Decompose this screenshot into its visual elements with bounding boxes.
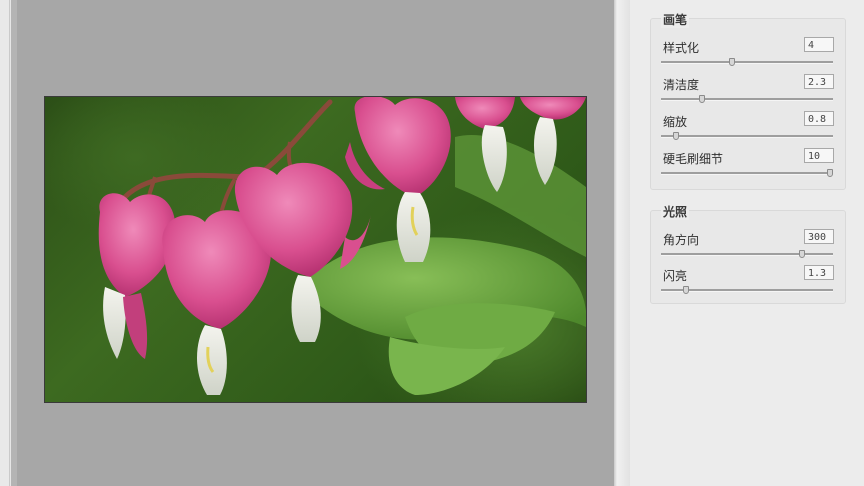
lighting-row-shine: 闪亮 1.3 <box>661 265 836 304</box>
brush-row-stylization: 样式化 4 <box>661 37 836 76</box>
shine-input[interactable]: 1.3 <box>804 265 834 280</box>
scale-label: 缩放 <box>663 115 688 129</box>
stylization-label: 样式化 <box>663 41 700 55</box>
stylization-input[interactable]: 4 <box>804 37 834 52</box>
scale-slider-track[interactable] <box>661 135 833 138</box>
lighting-group-title: 光照 <box>661 203 690 220</box>
left-scrollbar[interactable] <box>0 0 17 486</box>
lighting-group: 光照 角方向 300 闪亮 1.3 <box>650 203 846 304</box>
panel-divider[interactable] <box>614 0 630 486</box>
shine-slider-thumb[interactable] <box>682 286 689 294</box>
angle-slider-track[interactable] <box>661 253 833 256</box>
brush-row-cleanliness: 清洁度 2.3 <box>661 74 836 113</box>
bristle-detail-slider-thumb[interactable] <box>827 169 833 177</box>
cleanliness-input[interactable]: 2.3 <box>804 74 834 89</box>
bristle-detail-slider-track[interactable] <box>661 172 833 175</box>
bristle-detail-label: 硬毛刷细节 <box>663 152 724 166</box>
oil-paint-preview-image <box>44 96 587 403</box>
brush-row-bristle-detail: 硬毛刷细节 10 <box>661 148 836 187</box>
brush-row-scale: 缩放 0.8 <box>661 111 836 150</box>
bristle-detail-input[interactable]: 10 <box>804 148 834 163</box>
cleanliness-slider-track[interactable] <box>661 98 833 101</box>
scale-input[interactable]: 0.8 <box>804 111 834 126</box>
lighting-row-angle: 角方向 300 <box>661 229 836 268</box>
angle-slider-thumb[interactable] <box>798 250 805 258</box>
stylization-slider-thumb[interactable] <box>729 58 736 66</box>
brush-group-title: 画笔 <box>661 11 690 28</box>
brush-group: 画笔 样式化 4 清洁度 2.3 缩放 0.8 硬毛刷细节 10 <box>650 11 846 190</box>
stylization-slider-track[interactable] <box>661 61 833 64</box>
settings-panel: 画笔 样式化 4 清洁度 2.3 缩放 0.8 硬毛刷细节 10 光照 角方向 … <box>630 0 864 486</box>
shine-label: 闪亮 <box>663 269 688 283</box>
angle-input[interactable]: 300 <box>804 229 834 244</box>
scale-slider-thumb[interactable] <box>672 132 679 140</box>
cleanliness-label: 清洁度 <box>663 78 700 92</box>
flower-artwork <box>98 97 586 395</box>
cleanliness-slider-thumb[interactable] <box>699 95 706 103</box>
angle-label: 角方向 <box>663 233 700 247</box>
